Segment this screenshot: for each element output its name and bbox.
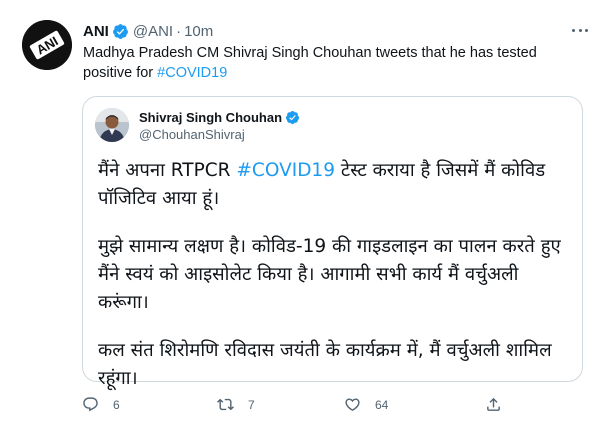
quoted-tweet-text: मैंने अपना RTPCR #COVID19 टेस्ट कराया है… bbox=[98, 157, 568, 393]
retweet-count: 7 bbox=[248, 397, 255, 412]
retweet-button[interactable]: 7 bbox=[217, 396, 255, 413]
quoted-paragraph-3: कल संत शिरोमणि रविदास जयंती के कार्यक्रम… bbox=[98, 340, 552, 389]
separator-dot: · bbox=[176, 22, 182, 40]
author-handle[interactable]: @ANI bbox=[133, 23, 173, 40]
retweet-icon bbox=[217, 398, 234, 411]
reply-button[interactable]: 6 bbox=[82, 396, 120, 413]
ani-logo-icon: ANI bbox=[22, 20, 72, 70]
reply-icon bbox=[83, 397, 98, 412]
quoted-author-name-row: Shivraj Singh Chouhan bbox=[139, 110, 300, 125]
like-button[interactable]: 64 bbox=[344, 396, 388, 413]
quoted-author-name[interactable]: Shivraj Singh Chouhan bbox=[139, 110, 282, 125]
verified-badge-icon bbox=[285, 110, 300, 125]
quoted-author-handle[interactable]: @ChouhanShivraj bbox=[139, 127, 245, 142]
tweet-actions: 6 7 64 bbox=[82, 396, 502, 416]
quoted-paragraph-2: मुझे सामान्य लक्षण है। कोविड-19 की गाइडल… bbox=[98, 236, 561, 313]
tweet-text-body: Madhya Pradesh CM Shivraj Singh Chouhan … bbox=[83, 45, 537, 81]
more-options-icon[interactable] bbox=[570, 22, 590, 38]
like-count: 64 bbox=[375, 397, 389, 412]
author-name[interactable]: ANI bbox=[83, 23, 109, 40]
quoted-text-segment: मैंने अपना RTPCR bbox=[98, 160, 237, 181]
quoted-author-avatar[interactable] bbox=[95, 108, 129, 142]
person-avatar-icon bbox=[95, 108, 129, 142]
heart-icon bbox=[345, 398, 360, 411]
reply-count: 6 bbox=[113, 397, 120, 412]
verified-badge-icon bbox=[112, 23, 128, 39]
quoted-paragraph-1: मैंने अपना RTPCR #COVID19 टेस्ट कराया है… bbox=[98, 157, 568, 213]
tweet-header: ANI @ANI · 10m bbox=[83, 21, 213, 41]
hashtag-link[interactable]: #COVID19 bbox=[157, 65, 227, 81]
share-icon bbox=[487, 397, 500, 411]
share-button[interactable] bbox=[485, 396, 502, 413]
tweet-timestamp[interactable]: 10m bbox=[184, 23, 213, 40]
hashtag-link[interactable]: #COVID19 bbox=[236, 160, 335, 181]
tweet-text: Madhya Pradesh CM Shivraj Singh Chouhan … bbox=[83, 43, 583, 83]
quoted-tweet[interactable]: Shivraj Singh Chouhan @ChouhanShivraj मै… bbox=[82, 96, 583, 389]
tweet-card[interactable]: ANI ANI @ANI · 10m Madhya Pradesh CM Shi… bbox=[0, 0, 604, 421]
author-avatar[interactable]: ANI bbox=[22, 20, 72, 70]
